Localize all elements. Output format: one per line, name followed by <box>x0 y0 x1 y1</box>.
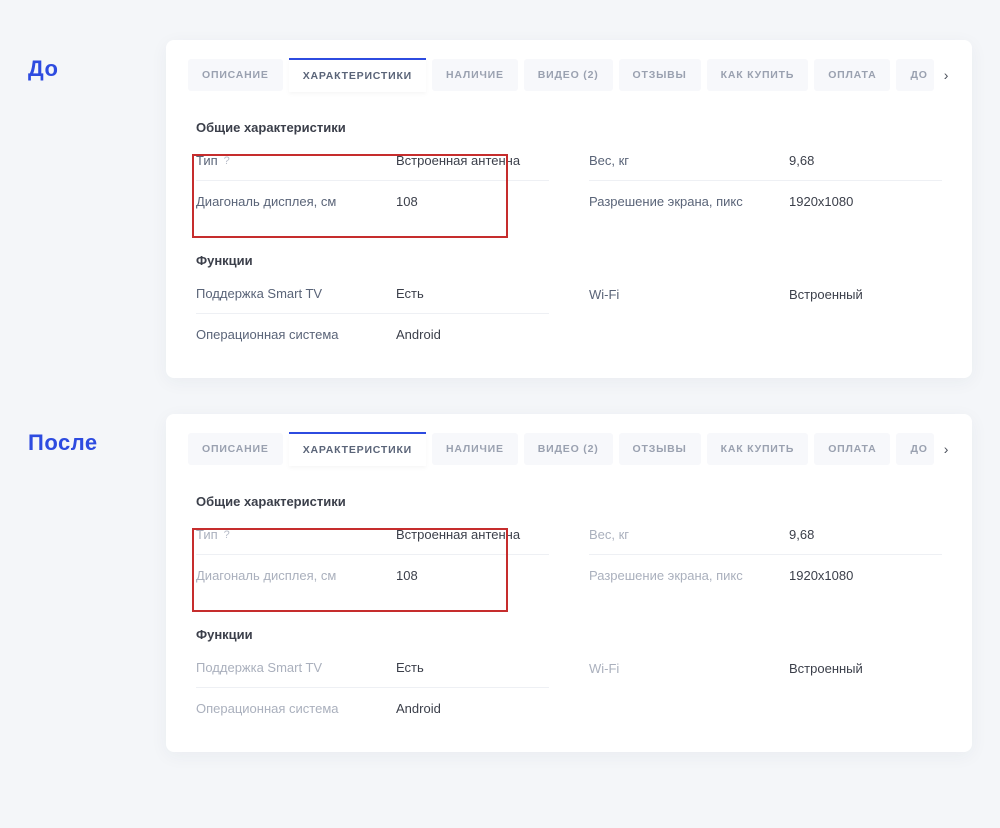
spec-row: Вес, кг 9,68 <box>589 141 942 181</box>
spec-val: Встроенный <box>789 287 942 302</box>
spec-key: Тип ? <box>196 153 396 168</box>
spec-key: Поддержка Smart TV <box>196 660 396 675</box>
tab-availability[interactable]: НАЛИЧИЕ <box>432 59 518 91</box>
tab-specs[interactable]: ХАРАКТЕРИСТИКИ <box>289 58 426 92</box>
section-title-general: Общие характеристики <box>196 120 942 135</box>
spec-key: Вес, кг <box>589 153 789 168</box>
spec-val: Встроенная антенна <box>396 527 549 542</box>
tab-howtobuy[interactable]: КАК КУПИТЬ <box>707 59 809 91</box>
after-row: После ОПИСАНИЕ ХАРАКТЕРИСТИКИ НАЛИЧИЕ ВИ… <box>28 414 972 752</box>
tab-howtobuy[interactable]: КАК КУПИТЬ <box>707 433 809 465</box>
spec-key: Операционная система <box>196 327 396 342</box>
spec-row: Диагональ дисплея, см 108 <box>196 555 549 595</box>
spec-val: Встроенная антенна <box>396 153 549 168</box>
spec-val: 108 <box>396 568 549 583</box>
tab-partial[interactable]: ДО <box>896 433 933 465</box>
spec-row: Диагональ дисплея, см 108 <box>196 181 549 221</box>
tab-reviews[interactable]: ОТЗЫВЫ <box>619 433 701 465</box>
tab-video[interactable]: ВИДЕО (2) <box>524 433 613 465</box>
spec-val: 1920x1080 <box>789 194 942 209</box>
spec-grid-functions: Поддержка Smart TV Есть Операционная сис… <box>196 648 942 728</box>
help-icon[interactable]: ? <box>224 529 230 541</box>
spec-row: Операционная система Android <box>196 688 549 728</box>
tab-description[interactable]: ОПИСАНИЕ <box>188 433 283 465</box>
chevron-right-icon[interactable]: › <box>940 441 953 457</box>
spec-key: Операционная система <box>196 701 396 716</box>
spec-grid-functions: Поддержка Smart TV Есть Операционная сис… <box>196 274 942 354</box>
after-card: ОПИСАНИЕ ХАРАКТЕРИСТИКИ НАЛИЧИЕ ВИДЕО (2… <box>166 414 972 752</box>
spec-key: Разрешение экрана, пикс <box>589 194 789 209</box>
spec-key: Разрешение экрана, пикс <box>589 568 789 583</box>
spec-row: Wi-Fi Встроенный <box>589 274 942 314</box>
section-title-functions: Функции <box>196 627 942 642</box>
spec-row: Wi-Fi Встроенный <box>589 648 942 688</box>
tab-payment[interactable]: ОПЛАТА <box>814 433 890 465</box>
spec-grid-general: Тип ? Встроенная антенна Диагональ диспл… <box>196 515 942 595</box>
spec-row: Разрешение экрана, пикс 1920x1080 <box>589 555 942 595</box>
spec-row: Поддержка Smart TV Есть <box>196 648 549 688</box>
spec-key: Wi-Fi <box>589 661 789 676</box>
section-title-functions: Функции <box>196 253 942 268</box>
spec-key: Wi-Fi <box>589 287 789 302</box>
spec-key: Диагональ дисплея, см <box>196 194 396 209</box>
spec-row: Вес, кг 9,68 <box>589 515 942 555</box>
before-card: ОПИСАНИЕ ХАРАКТЕРИСТИКИ НАЛИЧИЕ ВИДЕО (2… <box>166 40 972 378</box>
tab-payment[interactable]: ОПЛАТА <box>814 59 890 91</box>
spec-row: Операционная система Android <box>196 314 549 354</box>
spec-key: Поддержка Smart TV <box>196 286 396 301</box>
tab-description[interactable]: ОПИСАНИЕ <box>188 59 283 91</box>
tabs-before: ОПИСАНИЕ ХАРАКТЕРИСТИКИ НАЛИЧИЕ ВИДЕО (2… <box>166 58 972 110</box>
after-label: После <box>28 414 138 456</box>
spec-val: 108 <box>396 194 549 209</box>
tab-specs[interactable]: ХАРАКТЕРИСТИКИ <box>289 432 426 466</box>
spec-key: Тип ? <box>196 527 396 542</box>
help-icon[interactable]: ? <box>224 155 230 167</box>
tab-availability[interactable]: НАЛИЧИЕ <box>432 433 518 465</box>
before-label: До <box>28 40 138 82</box>
spec-key: Диагональ дисплея, см <box>196 568 396 583</box>
spec-val: Android <box>396 701 549 716</box>
spec-grid-general: Тип ? Встроенная антенна Диагональ диспл… <box>196 141 942 221</box>
tab-video[interactable]: ВИДЕО (2) <box>524 59 613 91</box>
spec-val: 1920x1080 <box>789 568 942 583</box>
tab-reviews[interactable]: ОТЗЫВЫ <box>619 59 701 91</box>
spec-row: Тип ? Встроенная антенна <box>196 515 549 555</box>
spec-row: Тип ? Встроенная антенна <box>196 141 549 181</box>
spec-val: Android <box>396 327 549 342</box>
spec-val: 9,68 <box>789 153 942 168</box>
spec-key: Вес, кг <box>589 527 789 542</box>
chevron-right-icon[interactable]: › <box>940 67 953 83</box>
before-row: До ОПИСАНИЕ ХАРАКТЕРИСТИКИ НАЛИЧИЕ ВИДЕО… <box>28 40 972 378</box>
tabs-after: ОПИСАНИЕ ХАРАКТЕРИСТИКИ НАЛИЧИЕ ВИДЕО (2… <box>166 432 972 484</box>
after-content: Общие характеристики Тип ? Встроенная ан… <box>166 494 972 728</box>
spec-val: Встроенный <box>789 661 942 676</box>
spec-row: Разрешение экрана, пикс 1920x1080 <box>589 181 942 221</box>
tab-partial[interactable]: ДО <box>896 59 933 91</box>
spec-val: Есть <box>396 286 549 301</box>
spec-row: Поддержка Smart TV Есть <box>196 274 549 314</box>
before-content: .highlight::after{top:34px} Общие характ… <box>166 120 972 354</box>
spec-val: 9,68 <box>789 527 942 542</box>
section-title-general: Общие характеристики <box>196 494 942 509</box>
spec-val: Есть <box>396 660 549 675</box>
